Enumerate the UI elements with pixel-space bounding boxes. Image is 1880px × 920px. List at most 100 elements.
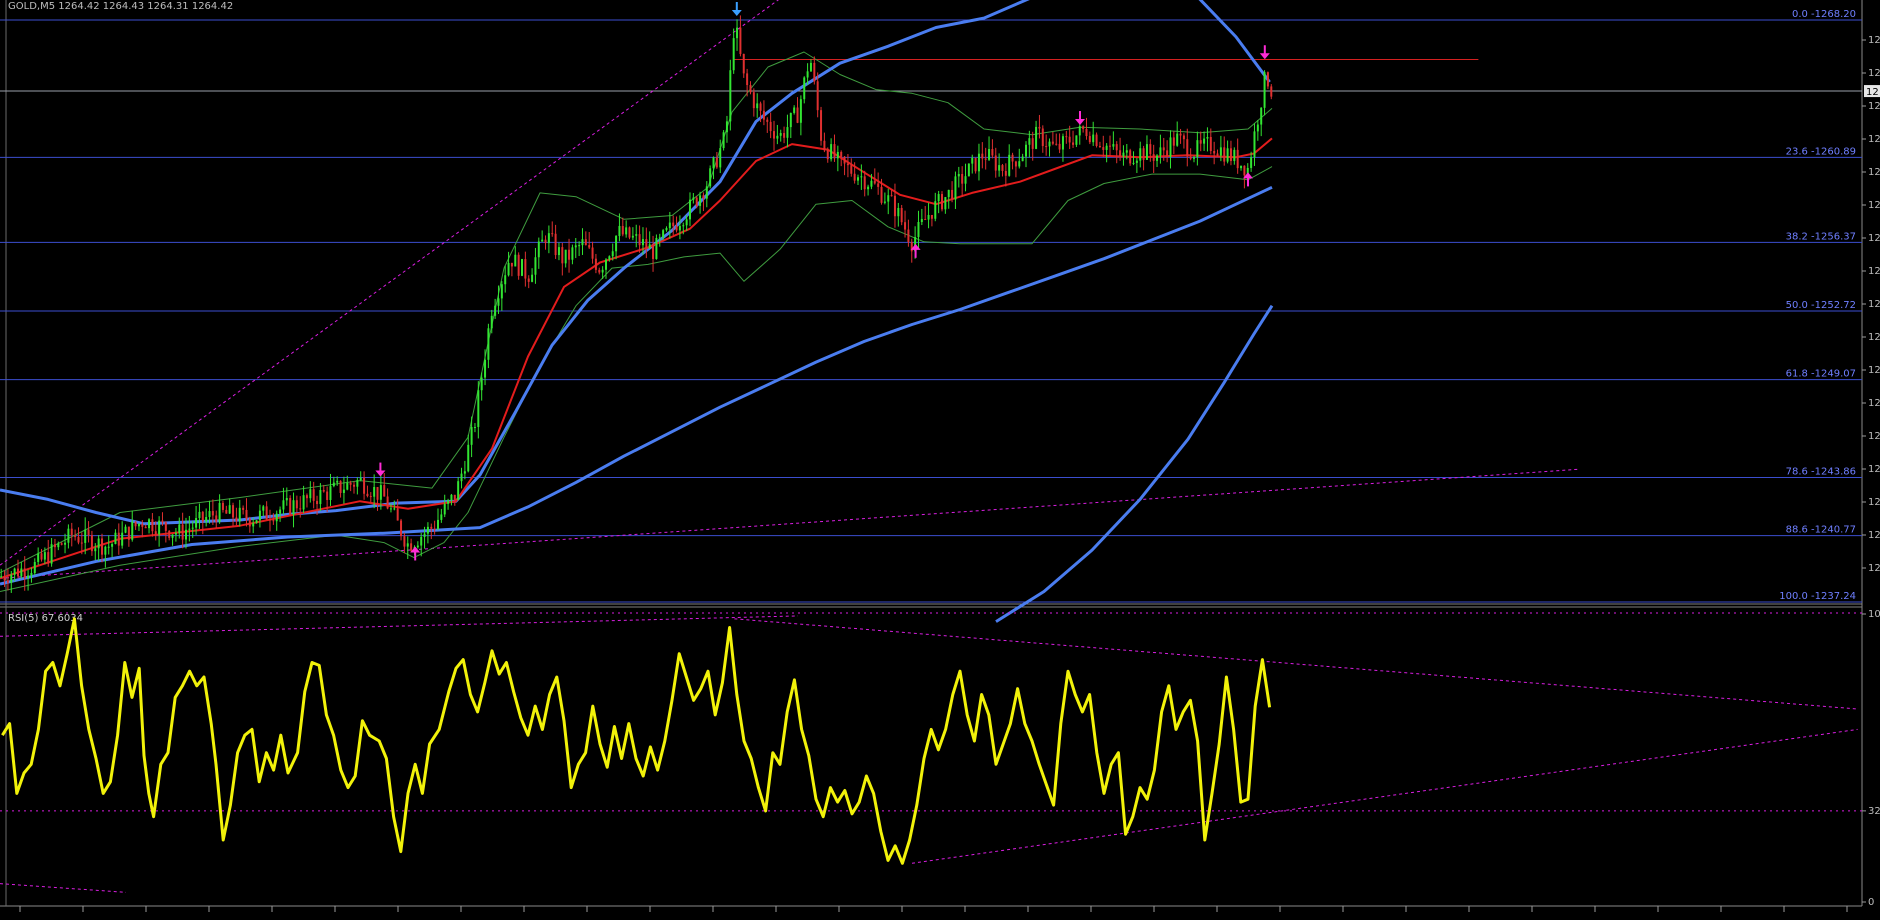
candle-body bbox=[353, 484, 355, 487]
candle-body bbox=[269, 519, 271, 521]
candle-body bbox=[1115, 144, 1118, 151]
candle-body bbox=[1236, 149, 1239, 169]
fib-label: 78.6 -1243.86 bbox=[1786, 467, 1856, 478]
candle-body bbox=[490, 315, 493, 329]
candle-body bbox=[514, 254, 517, 267]
candle-body bbox=[124, 526, 127, 533]
candle-body bbox=[961, 173, 964, 184]
candle-body bbox=[799, 99, 802, 123]
rsi-tick-label: 100 bbox=[1868, 609, 1880, 620]
candle-body bbox=[769, 121, 772, 132]
candle-body bbox=[1045, 146, 1048, 148]
candle-body bbox=[258, 510, 261, 521]
candle-body bbox=[584, 239, 587, 246]
candle-body bbox=[893, 195, 896, 217]
candle-body bbox=[699, 195, 702, 206]
candle-body bbox=[1156, 155, 1159, 161]
candle-body bbox=[84, 529, 87, 543]
candle-body bbox=[783, 133, 786, 138]
candle-body bbox=[803, 77, 806, 100]
candle-body bbox=[1142, 148, 1145, 160]
candle-body bbox=[450, 494, 453, 501]
candle-body bbox=[863, 176, 866, 190]
candle-body bbox=[1014, 161, 1017, 167]
candle-body bbox=[833, 144, 836, 159]
candle-body bbox=[957, 173, 960, 177]
price-tick-label: 12 bbox=[1868, 35, 1880, 46]
candle-body bbox=[349, 482, 352, 485]
candle-body bbox=[423, 533, 426, 537]
candle-body bbox=[383, 485, 386, 497]
candle-body bbox=[537, 241, 540, 258]
candle-body bbox=[1031, 138, 1034, 149]
candle-body bbox=[1193, 157, 1195, 159]
candle-body bbox=[1112, 144, 1115, 147]
candle-body bbox=[1162, 147, 1165, 151]
candle-body bbox=[967, 163, 970, 177]
candle-body bbox=[1270, 86, 1273, 97]
candle-body bbox=[376, 487, 379, 500]
candle-body bbox=[406, 543, 409, 547]
candle-body bbox=[860, 176, 863, 178]
candle-body bbox=[608, 256, 611, 260]
candle-body bbox=[870, 180, 873, 187]
fib-label: 50.0 -1252.72 bbox=[1786, 300, 1856, 311]
candle-body bbox=[652, 244, 655, 259]
candle-body bbox=[6, 580, 9, 583]
candle-body bbox=[1216, 153, 1219, 156]
candle-body bbox=[766, 119, 769, 122]
candle-body bbox=[675, 226, 678, 231]
candle-body bbox=[289, 498, 292, 515]
candle-body bbox=[789, 112, 792, 128]
candle-body bbox=[1072, 142, 1075, 145]
candle-body bbox=[195, 518, 198, 528]
candle-body bbox=[47, 552, 50, 564]
candle-body bbox=[0, 576, 3, 578]
candle-body bbox=[1088, 136, 1091, 143]
candle-body bbox=[1085, 128, 1088, 137]
candle-body bbox=[309, 489, 312, 499]
candle-body bbox=[1008, 154, 1011, 176]
candle-body bbox=[1196, 140, 1199, 158]
candle-body bbox=[601, 269, 604, 273]
candle-body bbox=[443, 503, 446, 515]
candle-body bbox=[564, 249, 567, 264]
candle-body bbox=[840, 151, 843, 157]
trading-chart[interactable]: 0.0 -1268.20 23.6 -1260.89 38.2 -1256.37 50… bbox=[0, 0, 1880, 920]
candle-body bbox=[635, 234, 638, 236]
candle-body bbox=[531, 274, 534, 282]
candle-body bbox=[1223, 147, 1226, 162]
candle-body bbox=[457, 481, 460, 500]
candle-body bbox=[809, 62, 812, 72]
candle-body bbox=[40, 553, 43, 560]
candle-body bbox=[695, 197, 698, 206]
candle-body bbox=[221, 502, 224, 510]
candle-body bbox=[27, 575, 30, 578]
candle-body bbox=[17, 568, 19, 577]
candle-body bbox=[225, 509, 228, 514]
candle-body bbox=[977, 153, 980, 172]
candle-body bbox=[554, 233, 557, 256]
candle-body bbox=[776, 135, 779, 139]
candle-body bbox=[883, 201, 886, 203]
candle-body bbox=[137, 523, 140, 527]
candle-body bbox=[507, 262, 510, 276]
candle-body bbox=[756, 103, 759, 109]
candle-body bbox=[1098, 145, 1101, 148]
candle-body bbox=[1065, 136, 1068, 138]
candle-body bbox=[1172, 137, 1175, 146]
candle-body bbox=[867, 186, 870, 190]
candle-body bbox=[568, 249, 571, 260]
candle-body bbox=[245, 509, 248, 520]
candle-body bbox=[400, 520, 403, 537]
price-tick-label: 12 bbox=[1868, 167, 1880, 178]
candle-body bbox=[416, 545, 419, 548]
candle-body bbox=[826, 150, 829, 160]
candle-body bbox=[319, 490, 322, 505]
candle-body bbox=[440, 514, 443, 520]
candle-body bbox=[53, 544, 56, 548]
candle-body bbox=[1139, 148, 1142, 161]
candle-body bbox=[487, 328, 490, 360]
price-tick-label: 12 bbox=[1868, 563, 1880, 574]
candle-body bbox=[1068, 136, 1071, 143]
